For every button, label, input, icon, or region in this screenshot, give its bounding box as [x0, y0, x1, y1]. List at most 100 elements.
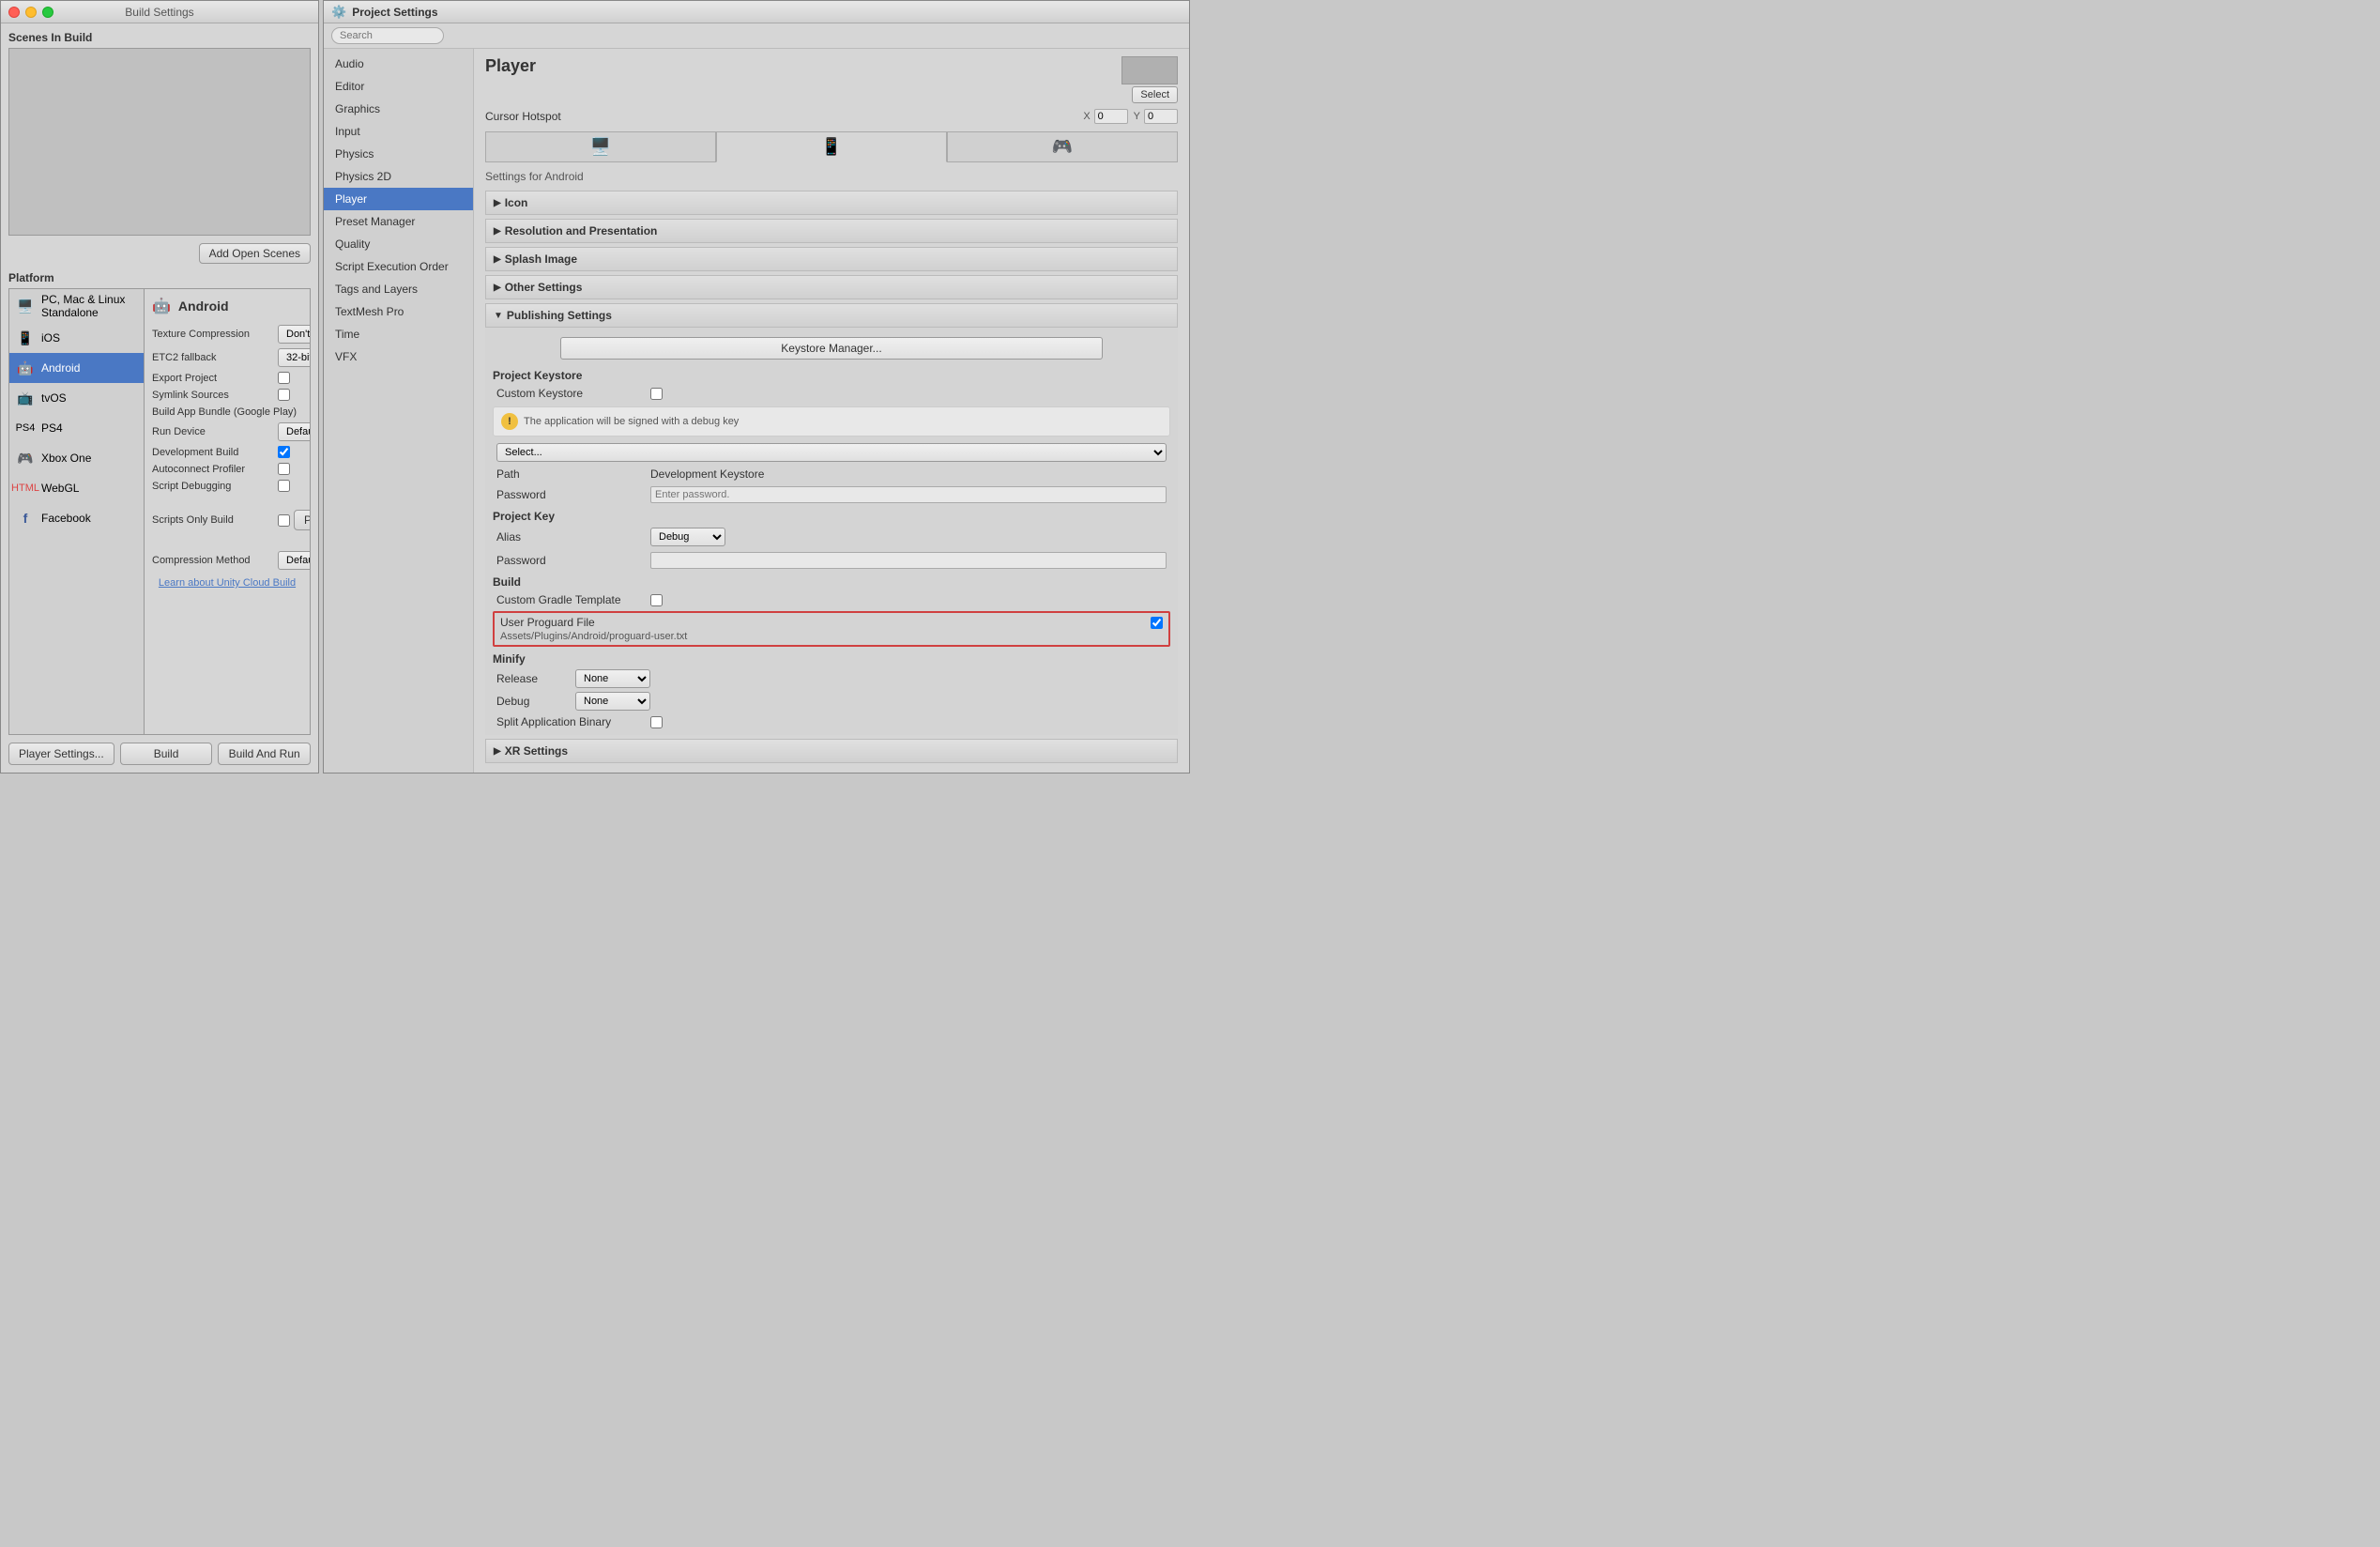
build-and-run-button[interactable]: Build And Run [218, 743, 311, 765]
platform-item-webgl[interactable]: HTML WebGL [9, 473, 144, 503]
platform-item-android[interactable]: 🤖 Android [9, 353, 144, 383]
splash-section-label: Splash Image [505, 253, 577, 266]
platform-item-tvos[interactable]: 📺 tvOS [9, 383, 144, 413]
ios-icon: 📱 [15, 328, 36, 348]
sidebar-item-player[interactable]: Player [324, 188, 473, 210]
search-input[interactable] [331, 27, 444, 44]
user-proguard-checkbox[interactable] [1151, 617, 1163, 629]
player-settings-button[interactable]: Player Settings... [8, 743, 114, 765]
script-debugging-checkbox[interactable] [278, 480, 290, 492]
sidebar-item-textmeshpro[interactable]: TextMesh Pro [324, 300, 473, 323]
sidebar-item-physics[interactable]: Physics [324, 143, 473, 165]
webgl-icon: HTML [15, 478, 36, 498]
alias-select[interactable]: Debug [650, 528, 725, 546]
scripts-only-build-checkbox[interactable] [278, 514, 290, 527]
tab-mobile[interactable]: 📱 [716, 131, 947, 162]
sidebar-item-presetmanager[interactable]: Preset Manager [324, 210, 473, 233]
select-logo-button[interactable]: Select [1132, 86, 1178, 103]
keystore-select[interactable]: Select... [496, 443, 1167, 462]
scripts-only-build-label: Scripts Only Build [152, 514, 274, 526]
maximize-btn[interactable] [42, 7, 53, 18]
xbox-icon: 🎮 [15, 448, 36, 468]
minimize-btn[interactable] [25, 7, 37, 18]
script-debugging-row: Script Debugging [152, 480, 302, 492]
android-header-title: Android [178, 299, 229, 314]
platform-tabs: 🖥️ 📱 🎮 [485, 131, 1178, 162]
platform-item-ps4[interactable]: PS4 PS4 [9, 413, 144, 443]
xr-settings-header[interactable]: ▶ XR Settings [485, 739, 1178, 763]
cursor-x-input[interactable] [1094, 109, 1128, 124]
minify-debug-select[interactable]: None [575, 692, 650, 711]
keystore-password-input[interactable] [650, 486, 1167, 503]
user-proguard-box: User Proguard File Assets/Plugins/Androi… [493, 611, 1170, 647]
cloud-build-link[interactable]: Learn about Unity Cloud Build [152, 577, 302, 589]
scripts-only-build-row: Scripts Only Build Patch Patch And Run [152, 497, 302, 544]
platform-item-xbox[interactable]: 🎮 Xbox One [9, 443, 144, 473]
android-settings-panel: 🤖 Android Texture Compression Don't over… [145, 288, 311, 735]
other-settings-header[interactable]: ▶ Other Settings [485, 275, 1178, 299]
android-label: Android [41, 361, 80, 375]
tab-desktop[interactable]: 🖥️ [485, 131, 716, 161]
compression-method-select[interactable]: Default [278, 551, 311, 570]
key-password-label: Password [496, 554, 647, 567]
sidebar-item-graphics[interactable]: Graphics [324, 98, 473, 120]
custom-keystore-checkbox[interactable] [650, 388, 663, 400]
development-build-row: Development Build [152, 446, 302, 458]
sidebar-item-physics2d[interactable]: Physics 2D [324, 165, 473, 188]
run-device-label: Run Device [152, 426, 274, 437]
symlink-sources-checkbox[interactable] [278, 389, 290, 401]
etc2-fallback-label: ETC2 fallback [152, 352, 274, 363]
search-bar [324, 23, 1189, 49]
keystore-password-label: Password [496, 488, 647, 501]
development-build-checkbox[interactable] [278, 446, 290, 458]
notice-text: The application will be signed with a de… [524, 416, 739, 427]
add-open-scenes-row: Add Open Scenes [8, 243, 311, 264]
ios-label: iOS [41, 331, 60, 345]
cursor-y-input[interactable] [1144, 109, 1178, 124]
split-application-checkbox[interactable] [650, 716, 663, 728]
patch-button[interactable]: Patch [294, 510, 311, 530]
tab-gamepad[interactable]: 🎮 [947, 131, 1178, 161]
keystore-manager-button[interactable]: Keystore Manager... [560, 337, 1103, 360]
split-application-row: Split Application Binary [493, 712, 1170, 731]
project-keystore-label: Project Keystore [493, 365, 1170, 384]
scenes-area [8, 48, 311, 236]
publishing-settings-content: Keystore Manager... Project Keystore Cus… [485, 328, 1178, 735]
ps-body: Audio Editor Graphics Input Physics Phys… [324, 49, 1189, 773]
run-device-select[interactable]: Default device [278, 422, 311, 441]
export-project-checkbox[interactable] [278, 372, 290, 384]
sidebar-item-time[interactable]: Time [324, 323, 473, 345]
sidebar-item-scriptexecution[interactable]: Script Execution Order [324, 255, 473, 278]
icon-section-header[interactable]: ▶ Icon [485, 191, 1178, 215]
build-button[interactable]: Build [120, 743, 213, 765]
minify-release-select[interactable]: None [575, 669, 650, 688]
sidebar-item-tagsandlayers[interactable]: Tags and Layers [324, 278, 473, 300]
sidebar-item-quality[interactable]: Quality [324, 233, 473, 255]
sidebar-item-editor[interactable]: Editor [324, 75, 473, 98]
custom-keystore-row: Custom Keystore [493, 384, 1170, 403]
project-key-sublabel: Project Key [493, 506, 1170, 525]
publishing-settings-header[interactable]: ▼ Publishing Settings [485, 303, 1178, 328]
autoconnect-profiler-checkbox[interactable] [278, 463, 290, 475]
sidebar-item-vfx[interactable]: VFX [324, 345, 473, 368]
sidebar-item-input[interactable]: Input [324, 120, 473, 143]
platform-item-facebook[interactable]: f Facebook [9, 503, 144, 533]
close-btn[interactable] [8, 7, 20, 18]
symlink-sources-label: Symlink Sources [152, 390, 274, 401]
add-open-scenes-button[interactable]: Add Open Scenes [199, 243, 311, 264]
splash-section-header[interactable]: ▶ Splash Image [485, 247, 1178, 271]
facebook-label: Facebook [41, 512, 91, 525]
platform-item-ios[interactable]: 📱 iOS [9, 323, 144, 353]
resolution-section-header[interactable]: ▶ Resolution and Presentation [485, 219, 1178, 243]
project-settings-titlebar: ⚙️ Project Settings [324, 1, 1189, 23]
custom-gradle-checkbox[interactable] [650, 594, 663, 606]
android-header: 🤖 Android [152, 297, 302, 315]
platform-split: 🖥️ PC, Mac & Linux Standalone 📱 iOS 🤖 An… [8, 288, 311, 735]
etc2-fallback-select[interactable]: 32-bit [278, 348, 311, 367]
publishing-arrow: ▼ [494, 311, 503, 321]
key-password-input[interactable] [650, 552, 1167, 569]
texture-compression-select[interactable]: Don't override [278, 325, 311, 344]
sidebar-item-audio[interactable]: Audio [324, 53, 473, 75]
keystore-select-row: Select... [493, 440, 1170, 465]
platform-item-pc[interactable]: 🖥️ PC, Mac & Linux Standalone [9, 289, 144, 323]
